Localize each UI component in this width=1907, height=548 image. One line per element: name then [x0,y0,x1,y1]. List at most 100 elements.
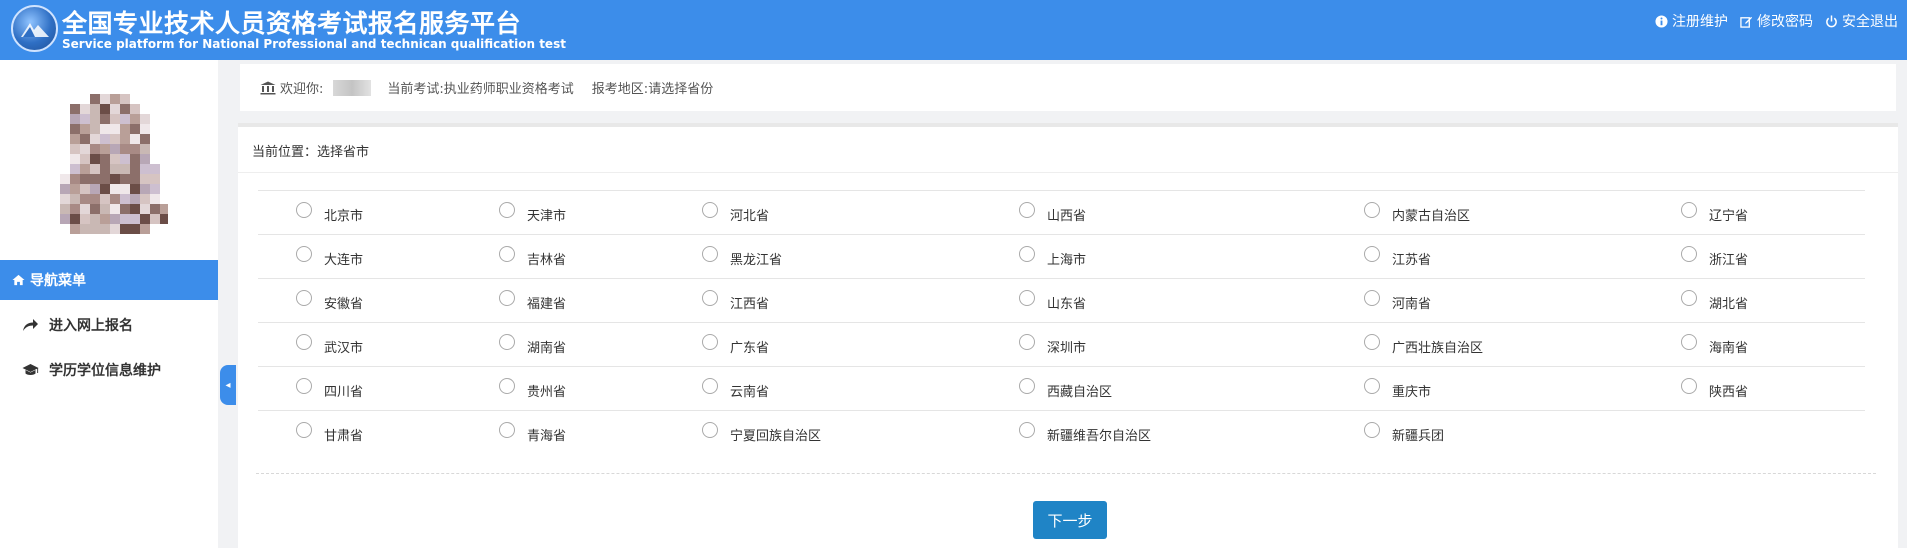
province-option[interactable]: 辽宁省 [1681,199,1748,224]
province-option[interactable]: 河北省 [702,199,769,224]
province-option[interactable]: 新疆维吾尔自治区 [1019,419,1151,444]
province-radio[interactable] [702,333,718,350]
province-radio[interactable] [1019,377,1035,394]
province-label: 大连市 [324,253,364,268]
province-label: 河南省 [1392,297,1432,312]
next-step-button[interactable]: 下一步 [1033,501,1107,539]
province-radio[interactable] [1019,245,1035,262]
province-option[interactable]: 甘肃省 [296,419,363,444]
dashed-divider [256,473,1876,474]
province-label: 西藏自治区 [1047,385,1113,400]
sidebar-item-label: 进入网上报名 [49,318,133,334]
province-radio[interactable] [1681,289,1697,306]
province-option[interactable]: 重庆市 [1364,375,1431,400]
province-option[interactable]: 深圳市 [1019,331,1086,356]
province-option[interactable]: 上海市 [1019,243,1086,268]
province-option[interactable]: 浙江省 [1681,243,1748,268]
province-radio[interactable] [296,245,312,262]
province-option[interactable]: 武汉市 [296,331,363,356]
province-radio[interactable] [1364,377,1380,394]
province-label: 江西省 [730,297,770,312]
province-option[interactable]: 内蒙古自治区 [1364,199,1470,224]
province-option[interactable]: 新疆兵团 [1364,419,1444,444]
province-option[interactable]: 黑龙江省 [702,243,782,268]
province-radio[interactable] [1364,289,1380,306]
province-radio[interactable] [702,201,718,218]
province-label: 广西壮族自治区 [1392,341,1484,356]
province-option[interactable]: 山东省 [1019,287,1086,312]
province-option[interactable]: 云南省 [702,375,769,400]
province-radio[interactable] [702,245,718,262]
province-radio[interactable] [499,421,515,438]
province-option[interactable]: 青海省 [499,419,566,444]
province-radio[interactable] [1681,201,1697,218]
province-label: 湖北省 [1709,297,1749,312]
province-radio[interactable] [499,289,515,306]
province-option[interactable]: 广西壮族自治区 [1364,331,1483,356]
province-radio[interactable] [1681,377,1697,394]
province-radio[interactable] [296,201,312,218]
province-radio[interactable] [702,289,718,306]
province-label: 甘肃省 [324,429,364,444]
change-password-label: 修改密码 [1757,14,1813,30]
province-radio[interactable] [702,377,718,394]
province-option[interactable]: 河南省 [1364,287,1431,312]
province-label: 武汉市 [324,341,364,356]
sidebar-collapse-toggle[interactable]: ◂ [220,365,236,405]
province-option[interactable]: 湖北省 [1681,287,1748,312]
nav-menu-header[interactable]: 导航菜单 [0,260,218,300]
province-option[interactable]: 江苏省 [1364,243,1431,268]
province-option[interactable]: 大连市 [296,243,363,268]
province-label: 上海市 [1047,253,1087,268]
province-radio[interactable] [296,377,312,394]
province-label: 吉林省 [527,253,567,268]
province-radio[interactable] [499,245,515,262]
province-radio[interactable] [1019,201,1035,218]
province-radio[interactable] [1681,333,1697,350]
province-option[interactable]: 天津市 [499,199,566,224]
current-exam-label: 当前考试: [387,82,444,97]
province-radio[interactable] [499,377,515,394]
province-option[interactable]: 海南省 [1681,331,1748,356]
province-option[interactable]: 安徽省 [296,287,363,312]
province-radio[interactable] [296,421,312,438]
province-radio[interactable] [1364,201,1380,218]
province-option[interactable]: 广东省 [702,331,769,356]
province-radio[interactable] [1364,245,1380,262]
province-radio[interactable] [1364,333,1380,350]
province-row: 北京市 天津市 河北省 山西省 内蒙古自治区 辽宁省 [258,190,1865,234]
change-password-link[interactable]: 修改密码 [1740,11,1813,31]
province-radio[interactable] [499,201,515,218]
province-radio[interactable] [296,289,312,306]
welcome-bar: 欢迎你: 当前考试: 执业药师职业资格考试 报考地区: 请选择省份 [240,64,1896,111]
province-option[interactable]: 湖南省 [499,331,566,356]
province-option[interactable]: 宁夏回族自治区 [702,419,821,444]
province-radio[interactable] [1019,333,1035,350]
province-option[interactable]: 贵州省 [499,375,566,400]
province-label: 陕西省 [1709,385,1749,400]
province-radio[interactable] [296,333,312,350]
province-label: 河北省 [730,209,770,224]
sidebar-item-education-info[interactable]: 学历学位信息维护 [0,350,218,390]
register-maintain-link[interactable]: 注册维护 [1655,11,1728,31]
province-row: 武汉市 湖南省 广东省 深圳市 广西壮族自治区 海南省 [258,322,1865,366]
sidebar-item-online-registration[interactable]: 进入网上报名 [0,305,218,345]
province-radio[interactable] [499,333,515,350]
province-option[interactable]: 福建省 [499,287,566,312]
province-option[interactable]: 吉林省 [499,243,566,268]
province-option[interactable]: 四川省 [296,375,363,400]
province-radio[interactable] [1681,245,1697,262]
province-option[interactable]: 山西省 [1019,199,1086,224]
province-radio[interactable] [1019,421,1035,438]
province-label: 黑龙江省 [730,253,783,268]
province-option[interactable]: 北京市 [296,199,363,224]
province-radio[interactable] [702,421,718,438]
province-label: 云南省 [730,385,770,400]
province-option[interactable]: 陕西省 [1681,375,1748,400]
province-option[interactable]: 江西省 [702,287,769,312]
logout-link[interactable]: 安全退出 [1825,11,1898,31]
province-radio[interactable] [1364,421,1380,438]
platform-logo-icon [11,5,58,52]
province-radio[interactable] [1019,289,1035,306]
province-option[interactable]: 西藏自治区 [1019,375,1112,400]
